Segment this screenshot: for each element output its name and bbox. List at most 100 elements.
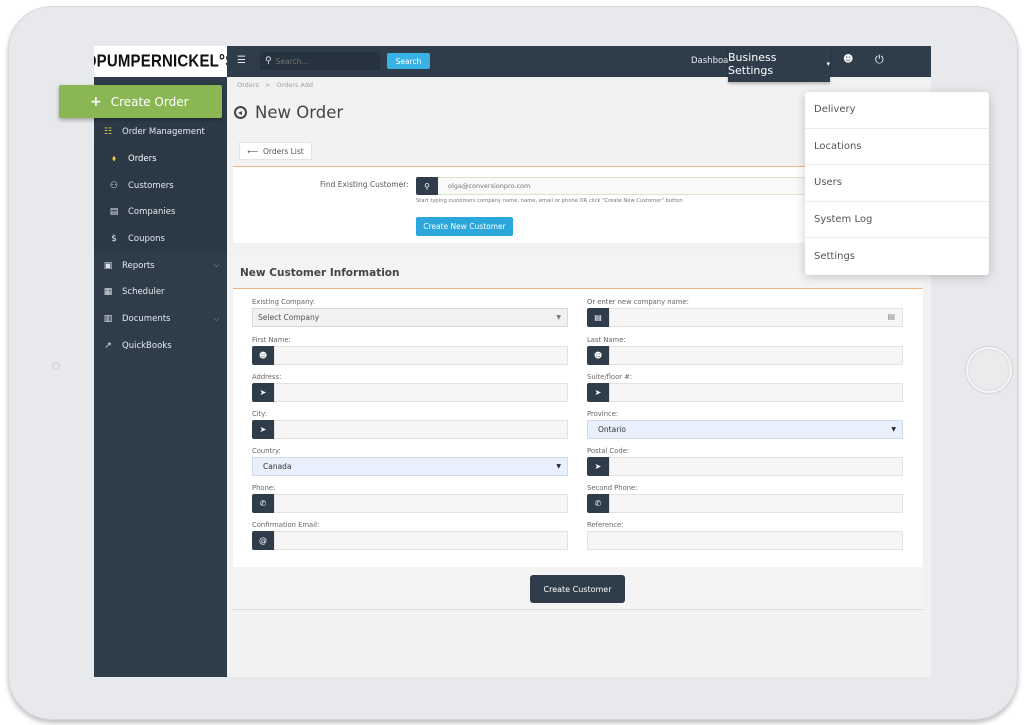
reference-input[interactable] [587, 531, 903, 550]
sidebar-item-quickbooks[interactable]: ↗ QuickBooks [94, 333, 227, 360]
sidebar-item-orders[interactable]: ⬧ Orders [94, 146, 227, 173]
find-customer-input[interactable] [438, 177, 818, 195]
caret-down-icon: ▼ [556, 463, 561, 470]
suite-field: Suite/floor #: ➤ [587, 373, 903, 402]
field-label: Existing Company: [252, 298, 316, 306]
power-icon[interactable]: ⏻ [875, 53, 884, 67]
phone-input[interactable] [274, 494, 568, 513]
field-label: Postal Code: [587, 447, 630, 455]
create-customer-button[interactable]: Create Customer [530, 575, 625, 603]
address-field: Address: ➤ [252, 373, 568, 402]
page-title: New Order [234, 103, 343, 122]
existing-company-select[interactable]: Select Company ▼ [252, 308, 568, 327]
sidebar-item-scheduler[interactable]: ▦ Scheduler [94, 279, 227, 306]
camera-icon [52, 362, 60, 370]
user-icon[interactable]: ☻ [843, 54, 853, 65]
postal-code-field: Postal Code: ➤ [587, 447, 903, 476]
field-label: Suite/floor #: [587, 373, 633, 381]
building-icon: ▤ [887, 312, 895, 321]
sidebar-item-label: Reports [122, 260, 155, 271]
search-input[interactable] [275, 56, 371, 66]
confirmation-email-input[interactable] [274, 531, 568, 550]
plus-icon: + [90, 93, 102, 110]
breadcrumb-separator: > [264, 81, 271, 89]
search-icon: ⚲ [265, 56, 272, 66]
building-icon: ▤ [109, 207, 119, 218]
new-company-field: Or enter new company name: ▤ ▤ [587, 298, 903, 327]
province-select[interactable]: Ontario ▼ [587, 420, 903, 439]
select-value: Canada [263, 462, 292, 471]
field-label: Reference: [587, 521, 624, 529]
orders-list-button[interactable]: ⟵ Orders List [239, 142, 312, 160]
sidebar-item-documents[interactable]: ▥ Documents ⌵ [94, 306, 227, 333]
breadcrumb: Orders > Orders Add [237, 81, 317, 89]
address-input[interactable] [274, 383, 568, 402]
location-arrow-icon: ➤ [587, 383, 609, 402]
building-icon: ▤ [587, 308, 609, 327]
first-name-field: First Name: ☻ [252, 336, 568, 365]
external-link-icon: ↗ [104, 340, 112, 351]
first-name-input[interactable] [274, 346, 568, 365]
sidebar-item-label: Companies [128, 207, 176, 218]
back-circle-icon[interactable] [234, 106, 247, 119]
sidebar-item-label: Orders [128, 154, 157, 165]
menu-item-system-log[interactable]: System Log [805, 202, 989, 239]
postal-code-input[interactable] [609, 457, 903, 476]
sidebar-item-coupons[interactable]: $ Coupons [94, 226, 227, 253]
sidebar-item-order-management[interactable]: ☷ Order Management [94, 119, 227, 146]
home-button[interactable] [966, 347, 1012, 393]
sidebar-item-label: Customers [128, 180, 174, 191]
existing-company-field: Existing Company: Select Company ▼ [252, 298, 568, 327]
form-footer: Create Customer [233, 567, 923, 610]
sidebar-item-customers[interactable]: ⚇ Customers [94, 172, 227, 199]
last-name-input[interactable] [609, 346, 903, 365]
business-settings-toggle[interactable]: Business Settings ▾ [728, 46, 830, 82]
select-value: Ontario [598, 425, 626, 434]
chevron-down-icon: ⌵ [213, 314, 219, 323]
menu-item-settings[interactable]: Settings [805, 238, 989, 275]
caret-down-icon: ▼ [556, 314, 561, 321]
city-input[interactable] [274, 420, 568, 439]
search-icon: ⚲ [416, 177, 438, 195]
create-order-button[interactable]: + Create Order [59, 85, 222, 118]
new-company-input[interactable] [609, 308, 903, 327]
top-navbar: ☰ ⚲ Search Dashboard Business Settings ▾… [227, 46, 931, 82]
second-phone-input[interactable] [609, 494, 903, 513]
chevron-down-icon: ⌵ [213, 261, 219, 270]
arrow-left-icon: ⟵ [247, 146, 259, 156]
phone-icon: ✆ [252, 494, 274, 513]
brand-logo[interactable]: ƆPUMPERNICKEL°S [94, 46, 235, 80]
suite-input[interactable] [609, 383, 903, 402]
new-customer-form: New Customer Information Existing Compan… [233, 257, 923, 607]
sidebar-item-label: Order Management [122, 127, 205, 138]
field-label: Phone: [252, 484, 276, 492]
field-label: Last Name: [587, 336, 626, 344]
business-settings-label: Business Settings [728, 51, 777, 77]
create-new-customer-button[interactable]: Create New Customer [416, 217, 513, 236]
sidebar-item-companies[interactable]: ▤ Companies [94, 199, 227, 226]
grid-icon: ☷ [103, 127, 113, 138]
location-arrow-icon: ➤ [252, 420, 274, 439]
menu-item-users[interactable]: Users [805, 165, 989, 202]
menu-item-delivery[interactable]: Delivery [805, 92, 989, 129]
dollar-icon: $ [111, 234, 117, 245]
field-label: Confirmation Email: [252, 521, 320, 529]
sidebar: ☷ Order Management ⬧ Orders ⚇ Customers … [94, 77, 227, 677]
sidebar-item-reports[interactable]: ▣ Reports ⌵ [94, 252, 227, 279]
country-select[interactable]: Canada ▼ [252, 457, 568, 476]
confirmation-email-field: Confirmation Email: @ [252, 521, 568, 550]
create-order-label: Create Order [110, 94, 189, 109]
caret-down-icon: ▼ [891, 426, 896, 433]
find-customer-help: Start typing customers company name, nam… [416, 198, 683, 204]
field-label: First Name: [252, 336, 291, 344]
field-label: Or enter new company name: [587, 298, 689, 306]
country-field: Country: Canada ▼ [252, 447, 568, 476]
menu-toggle-icon[interactable]: ☰ [237, 55, 249, 67]
breadcrumb-orders[interactable]: Orders [237, 81, 259, 89]
calendar-icon: ▦ [103, 287, 113, 298]
search-button[interactable]: Search [387, 53, 430, 69]
select-value: Select Company [258, 313, 320, 322]
menu-item-locations[interactable]: Locations [805, 129, 989, 166]
dashboard-link[interactable]: Dashboard [691, 56, 731, 66]
province-field: Province: Ontario ▼ [587, 410, 903, 439]
